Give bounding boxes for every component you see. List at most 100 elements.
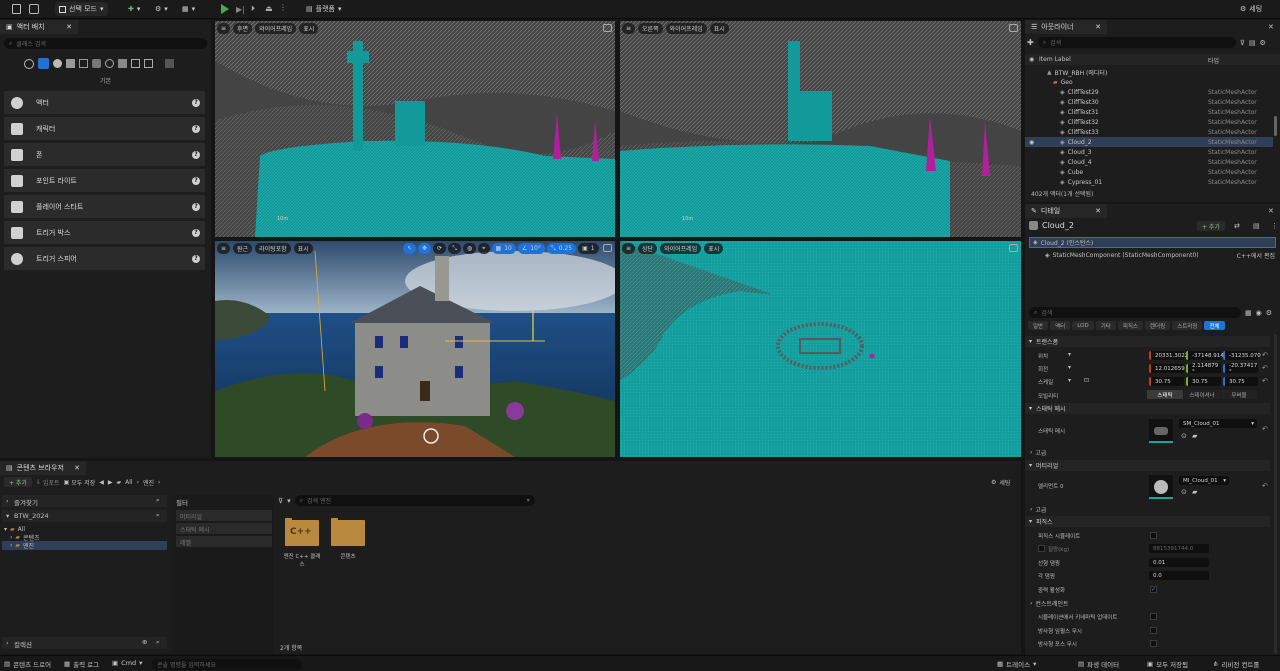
maximize-viewport-icon[interactable] xyxy=(1009,24,1018,32)
filter-tab[interactable]: 일반 xyxy=(1028,321,1049,330)
rotation-axis-input[interactable]: 2.114879 ° xyxy=(1186,363,1221,375)
viewport-menu-button[interactable]: ≡ xyxy=(622,23,636,34)
volumes-icon[interactable] xyxy=(118,59,127,68)
place-item[interactable]: 캐릭터? xyxy=(4,117,205,140)
visual-effects-icon[interactable] xyxy=(92,59,101,68)
folder-browse-icon[interactable]: ▰ xyxy=(1192,432,1197,440)
recent-icon[interactable] xyxy=(24,58,34,69)
ignore-radial-force-checkbox[interactable] xyxy=(1150,640,1157,647)
all-classes-icon[interactable] xyxy=(131,59,140,68)
simulate-physics-checkbox[interactable] xyxy=(1150,532,1157,539)
details-tab[interactable]: ✎ 디테일 ✕ xyxy=(1025,204,1107,218)
history-back-icon[interactable]: ◀ xyxy=(99,479,104,486)
view-mode-button[interactable]: 와이어프레임 xyxy=(660,243,702,254)
edit-cpp-link[interactable]: C++에서 편집 xyxy=(1237,251,1275,260)
close-icon[interactable]: ✕ xyxy=(1095,207,1101,215)
reset-icon[interactable]: ↶ xyxy=(1262,377,1268,385)
filter-item[interactable]: 레벨 xyxy=(176,536,272,547)
class-search-input[interactable]: ⌕ 클래스 검색 xyxy=(4,38,207,49)
outliner-search-input[interactable]: ⌕ 검색 xyxy=(1037,37,1236,48)
material-picker[interactable]: MI_Cloud_01 ▾ xyxy=(1179,476,1229,485)
place-actors-tab[interactable]: ▣ 액터 배치 ✕ xyxy=(0,20,78,34)
world-row[interactable]: ▲ BTW_RBH (에디터) xyxy=(1025,67,1273,77)
table-icon[interactable]: ▦ xyxy=(1245,309,1252,317)
constraints-row[interactable]: › 컨스트레인트 xyxy=(1030,599,1069,608)
add-collection-icon[interactable]: ⊕ xyxy=(142,638,147,646)
outliner-scrollbar[interactable] xyxy=(1274,116,1277,136)
eye-icon[interactable]: ◉ xyxy=(1029,139,1034,146)
filter-tab[interactable]: 액터 xyxy=(1050,321,1071,330)
revision-control-button[interactable]: ⋔ 리비전 컨트롤 xyxy=(1213,659,1259,669)
help-icon[interactable]: ? xyxy=(192,124,200,133)
transform-section[interactable]: ▾ 트랜스폼 xyxy=(1025,336,1270,347)
material-thumbnail[interactable] xyxy=(1149,475,1173,499)
rotation-axis-input[interactable]: -20.37417 ° xyxy=(1223,363,1258,375)
outliner-row[interactable]: ◈ Cloud_3 StaticMeshActor xyxy=(1025,147,1273,157)
reset-icon[interactable]: ↶ xyxy=(1262,482,1268,490)
light-icon[interactable] xyxy=(53,59,62,68)
help-icon[interactable]: ? xyxy=(192,228,200,237)
rotation-axis-input[interactable]: 12.012659 xyxy=(1149,364,1185,373)
add-filter-icon[interactable]: ✚ xyxy=(1027,38,1034,47)
folder-browse-icon[interactable]: ▰ xyxy=(1192,488,1197,496)
outliner-tab[interactable]: ☰ 아웃라이너 ✕ xyxy=(1025,20,1107,34)
save-all-button[interactable]: ▣ 모두 저장 xyxy=(64,478,96,487)
scale-axis-input[interactable]: 30.75 xyxy=(1186,377,1221,386)
console-input[interactable]: 콘솔 명령을 입력하세요 xyxy=(152,659,302,670)
filter-item[interactable]: 머티리얼 xyxy=(176,510,272,521)
content-drawer-button[interactable]: ▤ 콘텐츠 드로어 xyxy=(4,659,51,669)
search-icon[interactable]: ⌕ xyxy=(156,496,160,505)
filter-tab[interactable]: 전체 xyxy=(1204,321,1225,330)
help-icon[interactable]: ? xyxy=(192,202,200,211)
search-icon[interactable]: ⌕ xyxy=(156,511,160,520)
tree-engine[interactable]: › ▰ 엔진 xyxy=(2,541,167,550)
viewport-menu-button[interactable]: ≡ xyxy=(622,243,636,254)
eye-icon[interactable]: ◉ xyxy=(1256,309,1262,317)
place-item[interactable]: 트리거 스피어? xyxy=(4,247,205,270)
simulate-icon[interactable]: ⏵ xyxy=(251,4,255,14)
blueprint-button[interactable]: ⚙ ▾ xyxy=(151,2,172,16)
project-header[interactable]: ▾ BTW_2024 ⌕ xyxy=(2,510,167,522)
outliner-row[interactable]: ◈ CliffTest29 StaticMeshActor xyxy=(1025,87,1273,97)
maximize-viewport-icon[interactable] xyxy=(603,244,612,252)
asset-search-input[interactable]: ⌕ 검색 엔진 ▾ xyxy=(294,495,535,506)
static-mesh-section[interactable]: ▾ 스태틱 메시 xyxy=(1025,403,1270,414)
view-type-button[interactable]: 상단 xyxy=(638,243,658,254)
static-mesh-advanced[interactable]: › 고급 xyxy=(1030,448,1046,457)
location-axis-input[interactable]: 20331.3022 xyxy=(1149,351,1188,360)
rotate-tool-icon[interactable]: ⟳ xyxy=(433,243,447,254)
materials-advanced[interactable]: › 고급 xyxy=(1030,505,1046,514)
favorites-header[interactable]: › 즐겨찾기 ⌕ xyxy=(2,495,167,507)
viewport-top[interactable]: ≡ 상단 와이어프레임 표시 xyxy=(620,241,1021,457)
view-type-button[interactable]: 원근 xyxy=(233,243,253,254)
play-options-icon[interactable]: ⋮ xyxy=(279,3,287,12)
blueprint-icon[interactable]: ⇄ xyxy=(1234,222,1240,230)
extra-icon[interactable] xyxy=(144,59,153,68)
cb-settings-button[interactable]: ⚙ 세팅 xyxy=(991,478,1010,487)
filter-tab[interactable]: 피직스 xyxy=(1117,321,1143,330)
close-icon[interactable]: ✕ xyxy=(66,23,72,31)
ignore-radial-impulse-checkbox[interactable] xyxy=(1150,627,1157,634)
play-button[interactable] xyxy=(221,4,229,14)
filter-tab[interactable]: LOD xyxy=(1072,321,1094,330)
show-button[interactable]: 표시 xyxy=(709,23,729,34)
outliner-row[interactable]: ◉ ◈ Cloud_2 StaticMeshActor xyxy=(1025,137,1273,147)
viewport-perspective[interactable]: ≡ 원근 라이팅포함 표시 ↖ ✥ ⟳ ⤡ ◍ ⌖ ▦ 10 ∠ 10° ⤡ 0… xyxy=(215,241,615,457)
angular-damping-input[interactable]: 0.0 xyxy=(1149,571,1209,580)
mobility-option[interactable]: 무버블 xyxy=(1221,390,1257,399)
reset-icon[interactable]: ↶ xyxy=(1262,364,1268,372)
filter-icon[interactable]: ⊽ xyxy=(278,497,283,505)
filter-icon[interactable]: ⊽ xyxy=(1240,39,1245,47)
place-item[interactable]: 폰? xyxy=(4,143,205,166)
filter-tab[interactable]: 스트리밍 xyxy=(1172,321,1203,330)
outliner-row[interactable]: ◈ CliffTest33 StaticMeshActor xyxy=(1025,127,1273,137)
asset-tile[interactable]: 콘텐츠 xyxy=(328,516,368,566)
component-row[interactable]: ◈ StaticMeshComponent (StaticMeshCompone… xyxy=(1045,250,1275,260)
outliner-row[interactable]: ◈ Cloud_4 StaticMeshActor xyxy=(1025,157,1273,167)
viewport-right[interactable]: ≡ 오른쪽 와이어프레임 표시 10m xyxy=(620,21,1021,237)
place-item[interactable]: 포인트 라이트? xyxy=(4,169,205,192)
translate-tool-icon[interactable]: ✥ xyxy=(418,243,432,254)
gear-icon[interactable]: ⚙ xyxy=(1266,309,1272,317)
scale-axis-input[interactable]: 30.75 xyxy=(1149,377,1184,386)
viewport-back[interactable]: ≡ 후면 와이어프레임 표시 10m xyxy=(215,21,615,237)
